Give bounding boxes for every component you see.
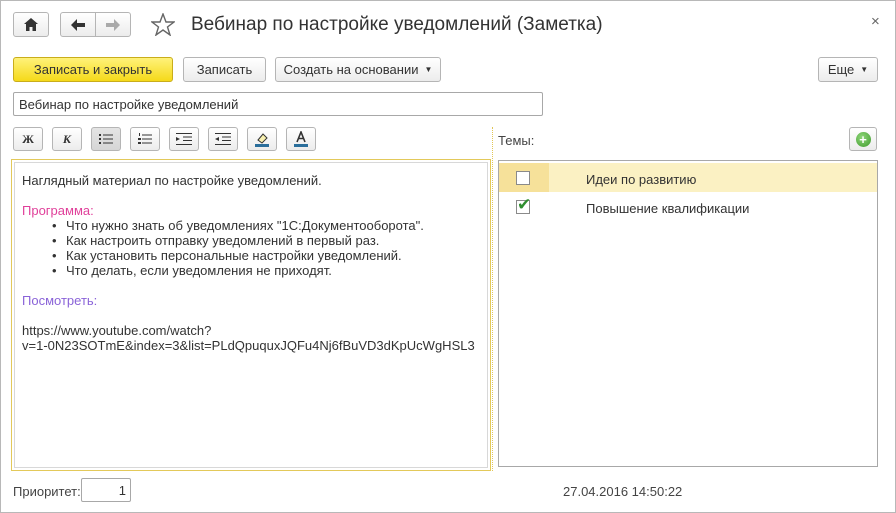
theme-row[interactable]: Идеи по развитию	[499, 163, 877, 192]
indent-icon	[176, 133, 192, 145]
panel-splitter[interactable]	[492, 127, 493, 471]
home-button[interactable]	[13, 12, 49, 37]
theme-row[interactable]: ✔ Повышение квалификации	[499, 192, 877, 221]
theme-label: Идеи по развитию	[586, 172, 697, 187]
highlight-icon	[255, 133, 269, 147]
themes-list: Идеи по развитию ✔ Повышение квалификаци…	[498, 160, 878, 467]
outdent-button[interactable]	[208, 127, 238, 151]
add-theme-button[interactable]: +	[849, 127, 877, 151]
numbered-list-button[interactable]	[130, 127, 160, 151]
text-color-button[interactable]	[286, 127, 316, 151]
bold-button[interactable]: Ж	[13, 127, 43, 151]
dropdown-arrow-icon: ▼	[424, 65, 433, 74]
numbered-list-icon	[138, 133, 152, 144]
italic-icon: К	[62, 131, 72, 146]
note-text-editor[interactable]: Наглядный материал по настройке уведомле…	[11, 159, 491, 471]
theme-checkbox[interactable]: ✔	[516, 195, 531, 214]
italic-button[interactable]: К	[52, 127, 82, 151]
text-color-icon	[294, 131, 308, 147]
editor-content[interactable]: Наглядный материал по настройке уведомле…	[14, 162, 488, 468]
bullet-list-icon	[99, 134, 113, 144]
list-item: Как настроить отправку уведомлений в пер…	[52, 233, 480, 248]
arrow-left-icon	[71, 18, 85, 31]
theme-label: Повышение квалификации	[586, 201, 750, 216]
outdent-icon	[215, 133, 231, 145]
create-based-on-label: Создать на основании	[283, 62, 419, 77]
priority-input[interactable]	[81, 478, 131, 502]
theme-checkbox[interactable]	[516, 171, 530, 185]
note-name-input[interactable]	[13, 92, 543, 116]
save-button[interactable]: Записать	[183, 57, 266, 82]
list-item: Как установить персональные настройки ув…	[52, 248, 480, 263]
video-url-line-1: https://www.youtube.com/watch?	[22, 323, 212, 338]
themes-label: Темы:	[498, 133, 535, 148]
watch-heading: Посмотреть:	[22, 293, 98, 308]
intro-text: Наглядный материал по настройке уведомле…	[22, 173, 322, 188]
video-url-line-2: v=1-0N23SOTmE&index=3&list=PLdQpuquxJQFu…	[22, 338, 475, 353]
program-heading: Программа:	[22, 203, 94, 218]
checkbox-cell: ✔	[499, 192, 549, 221]
home-icon	[24, 18, 38, 31]
created-timestamp: 27.04.2016 14:50:22	[563, 484, 683, 499]
back-button[interactable]	[60, 12, 96, 37]
bullet-list-button[interactable]	[91, 127, 121, 151]
list-item: Что делать, если уведомления не приходят…	[52, 263, 480, 278]
indent-button[interactable]	[169, 127, 199, 151]
bold-icon: Ж	[22, 131, 34, 146]
forward-button[interactable]	[95, 12, 131, 37]
checkmark-icon: ✔	[517, 195, 532, 214]
priority-label: Приоритет:	[13, 484, 81, 499]
favorite-button[interactable]	[149, 12, 177, 39]
star-icon	[149, 12, 177, 37]
create-based-on-button[interactable]: Создать на основании ▼	[275, 57, 441, 82]
checkbox-cell	[499, 163, 549, 192]
add-icon: +	[855, 131, 871, 147]
close-icon[interactable]: ×	[871, 13, 880, 30]
save-and-close-button[interactable]: Записать и закрыть	[13, 57, 173, 82]
window-title: Вебинар по настройке уведомлений (Заметк…	[191, 14, 603, 35]
highlight-button[interactable]	[247, 127, 277, 151]
program-list: Что нужно знать об уведомлениях "1С:Доку…	[22, 218, 480, 278]
list-item: Что нужно знать об уведомлениях "1С:Доку…	[52, 218, 480, 233]
arrow-right-icon	[106, 18, 120, 31]
note-window: Вебинар по настройке уведомлений (Заметк…	[0, 0, 896, 513]
more-label: Еще	[827, 62, 855, 77]
more-button[interactable]: Еще ▼	[818, 57, 878, 82]
dropdown-arrow-icon: ▼	[860, 65, 869, 74]
